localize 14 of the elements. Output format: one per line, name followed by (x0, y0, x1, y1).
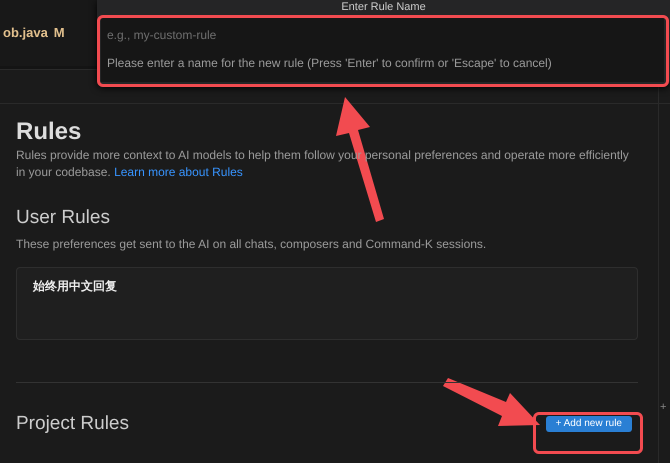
dialog-title: Enter Rule Name (340, 0, 427, 12)
add-button[interactable]: + (660, 401, 666, 413)
rules-text-area[interactable]: 始终用中文回复 (16, 266, 638, 340)
editor-tab[interactable]: ob.java M (0, 0, 98, 66)
hint-text: Please enter a name for the new rule (Press 'Enter' to confirm or 'Escape' to cancel) (101, 48, 664, 82)
description: These preferences get sent to the AI on all chats, composers and Command-K sessions. (16, 236, 488, 253)
section-title: User Rules (16, 206, 111, 230)
rule-name-field[interactable]: e.g., my-custom-rule (101, 18, 664, 48)
git-status: M (54, 24, 65, 42)
learn-more-link[interactable]: Learn more about Rules (114, 164, 243, 179)
file-name: ob.java (3, 24, 48, 42)
section-title: Project Rules (16, 412, 129, 436)
page-title: Rules (16, 118, 82, 147)
add-rule-button[interactable]: + Add new rule (546, 416, 632, 432)
